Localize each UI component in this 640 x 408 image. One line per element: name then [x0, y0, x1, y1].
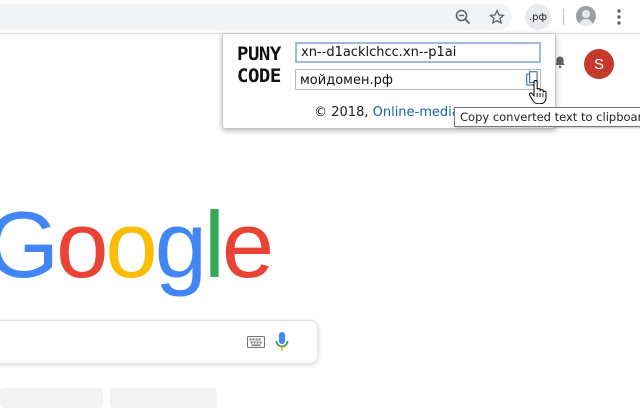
address-bar[interactable]: [0, 4, 512, 30]
logo-letter-o2: o: [105, 192, 157, 297]
logo-letter-g: G: [0, 192, 59, 297]
more-vertical-icon[interactable]: [608, 6, 630, 28]
punycode-field[interactable]: xn--d1acklchcc.xn--p1ai: [295, 42, 541, 63]
extension-badge: .рф: [528, 11, 548, 23]
logo-letter-e: e: [221, 192, 274, 297]
account-avatar[interactable]: S: [584, 49, 614, 79]
footer-copyright: © 2018,: [314, 105, 373, 120]
copy-tooltip: Copy converted text to clipboard: [454, 107, 640, 127]
punycode-logo: PUNY CODE: [237, 43, 287, 87]
google-logo: Google: [0, 192, 274, 297]
google-search-input[interactable]: [0, 320, 318, 364]
toolbar-divider: [563, 9, 564, 25]
google-search-button[interactable]: [0, 388, 103, 408]
logo-line2: CODE: [237, 65, 281, 87]
browser-toolbar: .рф: [0, 0, 640, 34]
logo-letter-l: l: [203, 192, 225, 297]
zoom-out-icon[interactable]: [452, 6, 474, 28]
logo-letter-o1: o: [56, 192, 108, 297]
avatar-letter: S: [593, 55, 604, 73]
star-icon[interactable]: [486, 6, 508, 28]
logo-letter-g2: g: [154, 192, 207, 297]
hand-cursor-icon: [528, 79, 547, 105]
punycode-extension-button[interactable]: .рф: [525, 4, 551, 30]
feeling-lucky-button[interactable]: [110, 388, 217, 408]
unicode-field[interactable]: мойдомен.рф: [295, 69, 541, 90]
keyboard-icon[interactable]: [247, 335, 265, 348]
footer-link[interactable]: Online-media.: [373, 105, 464, 120]
profile-icon[interactable]: [576, 6, 596, 26]
logo-line1: PUNY: [237, 43, 281, 65]
microphone-icon[interactable]: [274, 331, 290, 353]
